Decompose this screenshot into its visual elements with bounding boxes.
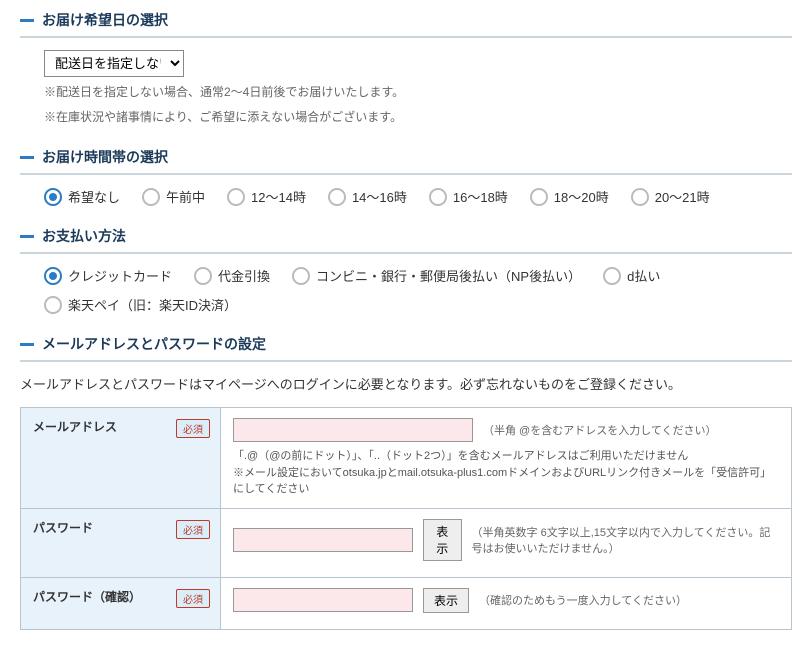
delivery-time-option[interactable]: 午前中 [142,187,205,206]
required-badge: 必須 [176,589,210,608]
dash-icon [20,156,34,159]
password-confirm-show-button[interactable]: 表示 [423,588,469,613]
payment-option[interactable]: 楽天ペイ（旧：楽天ID決済） [44,295,237,314]
radio-icon [429,188,447,206]
radio-label: 希望なし [68,187,120,206]
radio-label: 午前中 [166,187,205,206]
email-input-cell: （半角 @を含むアドレスを入力してください） 「.@（@の前にドット）」、「..… [221,408,792,509]
password-confirm-input[interactable] [233,588,413,612]
delivery-date-note2: ※在庫状況や諸事情により、ご希望に添えない場合がございます。 [44,108,792,127]
radio-icon [44,296,62,314]
password-confirm-label: パスワード（確認） [33,590,141,604]
radio-icon [631,188,649,206]
radio-icon [194,267,212,285]
payment-option[interactable]: 代金引換 [194,266,270,285]
password-hint: （半角英数字 6文字以上,15文字以内で入力してください。記号はお使いいただけま… [472,524,779,556]
radio-icon [292,267,310,285]
delivery-time-options: 希望なし 午前中 12〜14時 14〜16時 16〜18時 18〜20時 20〜21時 [44,187,792,206]
payment-options-1: クレジットカード 代金引換 コンビニ・銀行・郵便局後払い（NP後払い） d払い [44,266,792,285]
account-section: メールアドレスとパスワードの設定 メールアドレスとパスワードはマイページへのログ… [20,334,792,630]
radio-label: 14〜16時 [352,187,407,206]
section-header: メールアドレスとパスワードの設定 [20,334,792,362]
password-input-cell: 表示 （半角英数字 6文字以上,15文字以内で入力してください。記号はお使いいた… [221,508,792,577]
password-show-button[interactable]: 表示 [423,519,462,561]
delivery-time-option[interactable]: 16〜18時 [429,187,508,206]
delivery-time-option[interactable]: 18〜20時 [530,187,609,206]
password-confirm-input-cell: 表示 （確認のためもう一度入力してください） [221,577,792,629]
radio-icon [44,188,62,206]
radio-label: 18〜20時 [554,187,609,206]
required-badge: 必須 [176,520,210,539]
radio-label: 代金引換 [218,266,270,285]
radio-label: クレジットカード [68,266,172,285]
payment-option[interactable]: クレジットカード [44,266,172,285]
account-intro: メールアドレスとパスワードはマイページへのログインに必要となります。必ず忘れない… [20,374,792,393]
required-badge: 必須 [176,419,210,438]
section-title: お支払い方法 [42,226,126,246]
email-label: メールアドレス [33,420,117,434]
dash-icon [20,235,34,238]
radio-icon [142,188,160,206]
payment-options-2: 楽天ペイ（旧：楽天ID決済） [44,295,792,314]
radio-label: 楽天ペイ（旧：楽天ID決済） [68,295,237,314]
delivery-time-option[interactable]: 12〜14時 [227,187,306,206]
delivery-date-select[interactable]: 配送日を指定しない [44,50,184,77]
password-label-cell: パスワード 必須 [21,508,221,577]
dash-icon [20,19,34,22]
radio-icon [227,188,245,206]
section-header: お届け時間帯の選択 [20,147,792,175]
radio-label: 16〜18時 [453,187,508,206]
email-note1: 「.@（@の前にドット）」、「..（ドット2つ）」を含むメールアドレスはご利用い… [233,448,779,465]
delivery-date-note1: ※配送日を指定しない場合、通常2〜4日前後でお届けいたします。 [44,83,792,102]
account-table: メールアドレス 必須 （半角 @を含むアドレスを入力してください） 「.@（@の… [20,407,792,630]
radio-icon [530,188,548,206]
radio-icon [603,267,621,285]
radio-label: d払い [627,266,660,285]
radio-icon [44,267,62,285]
delivery-time-option[interactable]: 20〜21時 [631,187,710,206]
password-confirm-label-cell: パスワード（確認） 必須 [21,577,221,629]
payment-option[interactable]: d払い [603,266,660,285]
section-title: お届け時間帯の選択 [42,147,168,167]
delivery-date-section: お届け希望日の選択 配送日を指定しない ※配送日を指定しない場合、通常2〜4日前… [20,10,792,127]
radio-label: 20〜21時 [655,187,710,206]
password-confirm-hint: （確認のためもう一度入力してください） [479,592,687,608]
password-label: パスワード [33,521,93,535]
email-note2: ※メール設定においてotsuka.jpとmail.otsuka-plus1.co… [233,465,779,498]
radio-label: 12〜14時 [251,187,306,206]
section-header: お支払い方法 [20,226,792,254]
section-title: メールアドレスとパスワードの設定 [42,334,266,354]
section-title: お届け希望日の選択 [42,10,168,30]
email-input[interactable] [233,418,473,442]
password-input[interactable] [233,528,413,552]
email-label-cell: メールアドレス 必須 [21,408,221,509]
section-header: お届け希望日の選択 [20,10,792,38]
payment-section: お支払い方法 クレジットカード 代金引換 コンビニ・銀行・郵便局後払い（NP後払い）… [20,226,792,314]
delivery-time-option[interactable]: 14〜16時 [328,187,407,206]
email-hint: （半角 @を含むアドレスを入力してください） [483,422,717,438]
dash-icon [20,343,34,346]
delivery-time-option[interactable]: 希望なし [44,187,120,206]
radio-label: コンビニ・銀行・郵便局後払い（NP後払い） [316,266,581,285]
radio-icon [328,188,346,206]
delivery-time-section: お届け時間帯の選択 希望なし 午前中 12〜14時 14〜16時 16〜18時 18〜20… [20,147,792,206]
payment-option[interactable]: コンビニ・銀行・郵便局後払い（NP後払い） [292,266,581,285]
